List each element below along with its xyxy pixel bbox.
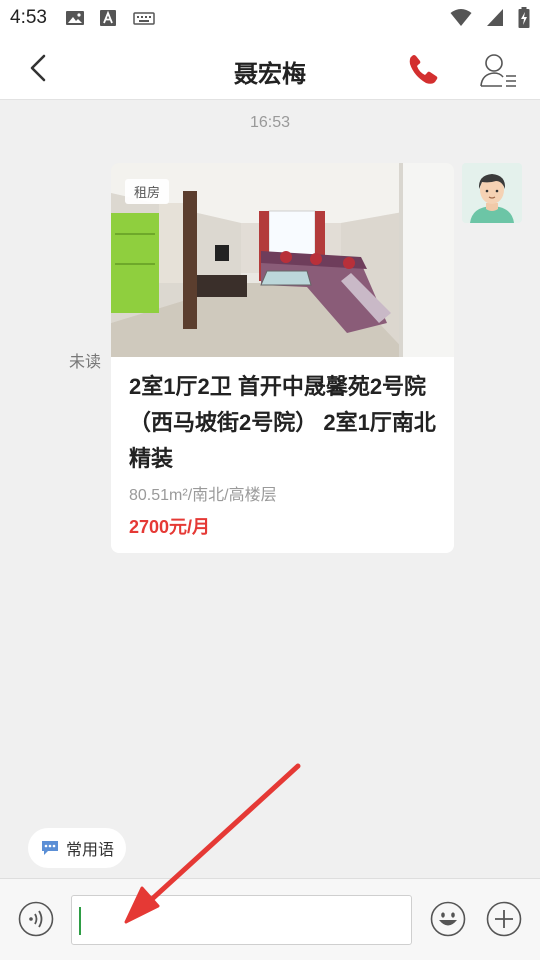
voice-icon: [18, 901, 54, 937]
wifi-icon: [450, 8, 472, 33]
contact-profile-button[interactable]: [478, 50, 520, 92]
listing-meta: 80.51m²/南北/高楼层: [129, 487, 277, 504]
smile-icon: [430, 901, 466, 937]
plus-icon: [486, 901, 522, 937]
read-status: 未读: [69, 354, 102, 371]
voice-button[interactable]: [18, 901, 54, 937]
chevron-left-icon: [30, 54, 46, 82]
battery-charging-icon: [518, 7, 530, 34]
call-button[interactable]: [404, 50, 444, 90]
emoji-button[interactable]: [430, 901, 466, 937]
gallery-icon: [65, 9, 85, 27]
message-timestamp: 16:53: [249, 114, 291, 131]
status-time: 4:53: [10, 7, 47, 28]
user-avatar-icon: [462, 163, 522, 223]
listing-type-tag: 租房: [125, 179, 170, 204]
page-title: 聂宏梅: [234, 61, 306, 88]
title-bar: 聂宏梅: [0, 36, 540, 100]
message-input[interactable]: [71, 895, 412, 945]
keyboard-icon: [133, 9, 155, 27]
quick-phrases-button[interactable]: 常用语: [28, 828, 127, 868]
status-bar: 4:53: [0, 0, 540, 36]
font-a-icon: [99, 9, 119, 27]
chat-bubble-dots-icon: [42, 841, 58, 855]
listing-price: 2700元/月: [129, 517, 211, 537]
text-cursor: [79, 907, 81, 935]
phone-icon: [409, 55, 438, 84]
contact-card-icon: [480, 54, 516, 87]
input-bar: [0, 878, 540, 960]
listing-card[interactable]: 租房 2室1厅2卫 首开中晟馨苑2号院（西马坡街2号院） 2室1厅南北 精装 8…: [111, 163, 454, 553]
avatar[interactable]: [462, 163, 522, 223]
listing-title: 2室1厅2卫 首开中晟馨苑2号院（西马坡街2号院） 2室1厅南北 精装: [129, 374, 436, 471]
more-options-button[interactable]: [486, 901, 522, 937]
signal-icon: [486, 8, 504, 33]
back-button[interactable]: [22, 50, 58, 86]
quick-phrases-label: 常用语: [66, 842, 115, 859]
